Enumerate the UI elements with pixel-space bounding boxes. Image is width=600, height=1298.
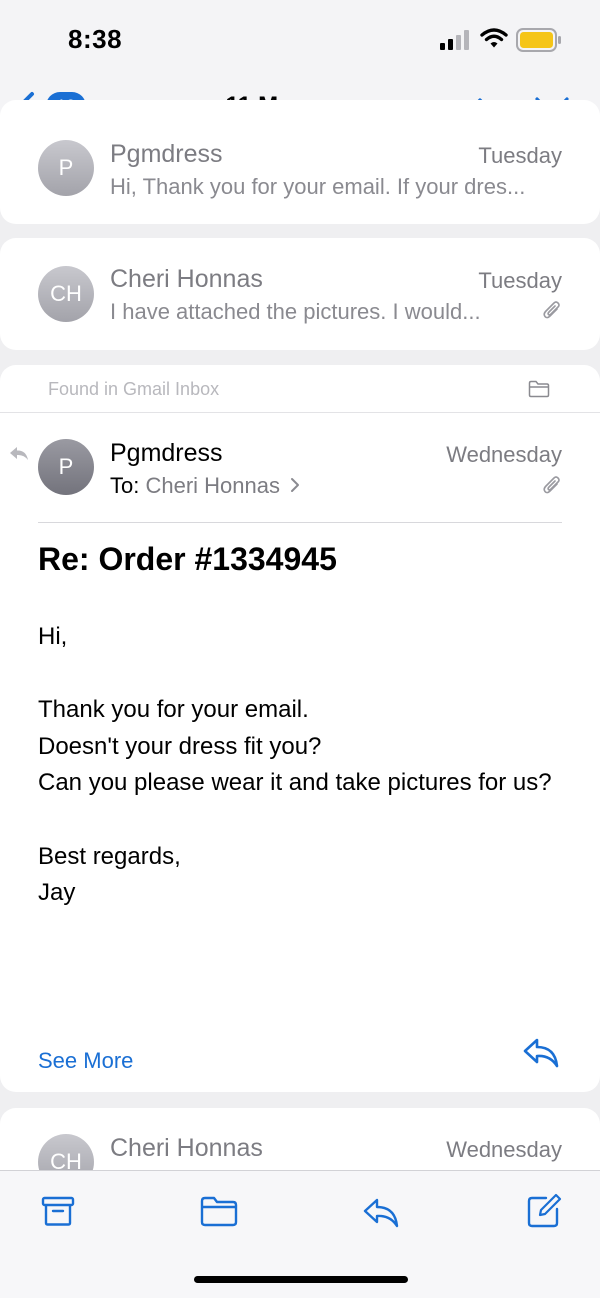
message-preview: I have attached the pictures. I would... bbox=[110, 299, 481, 324]
recipient-name[interactable]: Cheri Honnas bbox=[145, 473, 280, 498]
home-indicator[interactable] bbox=[194, 1276, 408, 1283]
message-date: Wednesday bbox=[446, 442, 562, 467]
paperclip-icon bbox=[543, 301, 560, 319]
replied-arrow-icon bbox=[10, 447, 28, 460]
card-divider bbox=[0, 412, 600, 413]
sender-name: Pgmdress bbox=[110, 140, 223, 168]
avatar: P bbox=[38, 140, 94, 196]
mailbox-location-label: Found in Gmail Inbox bbox=[48, 379, 220, 399]
message-body: Hi, Thank you for your email. Doesn't yo… bbox=[38, 619, 558, 948]
sender-name: Cheri Honnas bbox=[110, 265, 263, 293]
reply-icon[interactable] bbox=[522, 1037, 560, 1069]
reply-icon[interactable] bbox=[362, 1197, 400, 1229]
header-divider bbox=[38, 522, 562, 523]
status-time: 8:38 bbox=[68, 24, 123, 54]
sender-name: Cheri Honnas bbox=[110, 1134, 263, 1162]
open-message-card: Found in Gmail Inbox P Pgmdress Wednesda… bbox=[0, 365, 600, 1092]
battery-icon bbox=[516, 28, 561, 52]
avatar: P bbox=[38, 439, 94, 495]
message-card[interactable]: P Pgmdress Tuesday Hi, Thank you for you… bbox=[0, 100, 600, 224]
body-paragraph: Thank you for your email. Doesn't your d… bbox=[38, 696, 552, 797]
folder-icon[interactable] bbox=[528, 380, 550, 398]
sender-name[interactable]: Pgmdress bbox=[110, 439, 223, 468]
avatar: CH bbox=[38, 266, 94, 322]
message-date: Tuesday bbox=[478, 143, 562, 168]
archive-icon[interactable] bbox=[40, 1193, 76, 1229]
body-paragraph: Best regards, Jay bbox=[38, 842, 181, 907]
compose-icon[interactable] bbox=[526, 1193, 562, 1229]
recipient-line[interactable]: To: Cheri Honnas bbox=[110, 473, 300, 499]
folder-icon[interactable] bbox=[200, 1193, 238, 1229]
status-bar: 8:38 bbox=[0, 0, 600, 78]
message-date: Wednesday bbox=[446, 1137, 562, 1162]
see-more-link[interactable]: See More bbox=[38, 1048, 133, 1074]
body-paragraph: Hi, bbox=[38, 623, 68, 650]
message-date: Tuesday bbox=[478, 268, 562, 293]
paperclip-icon bbox=[543, 476, 560, 494]
to-label: To: bbox=[110, 473, 140, 498]
message-subject: Re: Order #1334945 bbox=[38, 541, 337, 577]
message-preview: Hi, Thank you for your email. If your dr… bbox=[110, 174, 526, 199]
wifi-icon bbox=[480, 28, 508, 48]
chevron-right-icon bbox=[291, 478, 300, 492]
cellular-signal-icon bbox=[440, 30, 469, 50]
message-card[interactable]: CH Cheri Honnas Tuesday I have attached … bbox=[0, 238, 600, 350]
